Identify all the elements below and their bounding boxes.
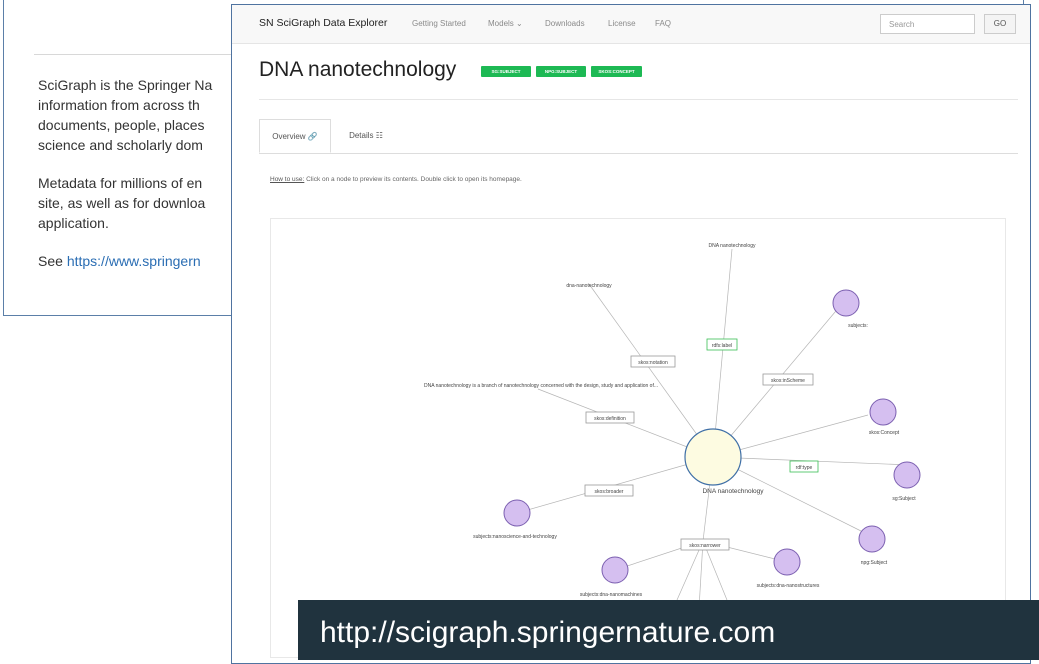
node-label-sg-subject: sg:Subject (892, 496, 916, 502)
center-node-label: DNA nanotechnology (702, 488, 764, 495)
edge-label-skos-definition: skos:definition (594, 416, 626, 422)
graph-canvas: DNA nanotechnology dna-nanotechnology DN… (424, 243, 921, 659)
edge-label-rdfs-label: rdfs:label (712, 343, 732, 349)
text-line: documents, people, places (38, 117, 205, 133)
badge-sg-subject: SG:SUBJECT (481, 66, 531, 77)
how-to-use-label: How to use: (270, 176, 305, 183)
edge-label-skos-narrower: skos:narrower (689, 543, 721, 549)
graph-panel: DNA nanotechnology dna-nanotechnology DN… (270, 218, 1006, 659)
graph-node[interactable] (773, 548, 801, 576)
literal-definition: DNA nanotechnology is a branch of nanote… (424, 383, 658, 389)
edge-label-skos-inscheme: skos:inScheme (771, 378, 805, 384)
badge-npg-subject: NPG:SUBJECT (536, 66, 586, 77)
text-line: application. (38, 215, 109, 231)
edge-label-rdf-type: rdf:type (796, 465, 813, 471)
node-label-dna-nanomachines: subjects:dna-nanomachines (580, 592, 643, 598)
tab-overview[interactable]: Overview 🔗 (259, 119, 331, 153)
graph-node[interactable] (869, 398, 897, 426)
badge-skos-concept: SKOS:CONCEPT (591, 66, 642, 77)
title-divider (259, 99, 1018, 100)
search-input[interactable]: Search (880, 14, 975, 34)
node-label-npg-subject: npg:Subject (861, 560, 888, 566)
nav-downloads[interactable]: Downloads (545, 19, 585, 28)
springer-link[interactable]: https://www.springern (67, 253, 201, 269)
literal-label: DNA nanotechnology (709, 243, 756, 249)
navbar: SN SciGraph Data Explorer Getting Starte… (232, 5, 1030, 44)
edge-label-skos-broader: skos:broader (595, 489, 624, 495)
graph-node[interactable] (893, 461, 921, 489)
edge-label-skos-notation: skos:notation (638, 360, 668, 366)
nav-faq[interactable]: FAQ (655, 19, 671, 28)
edge (588, 283, 714, 458)
nav-models[interactable]: Models ⌄ (488, 19, 523, 28)
node-label-dna-nanostructures: subjects:dna-nanostructures (757, 583, 820, 589)
text-line: Metadata for millions of en (38, 175, 203, 191)
page-title: DNA nanotechnology (259, 58, 457, 81)
node-label-nanoscience: subjects:nanoscience-and-technology (473, 534, 557, 540)
graph-node[interactable] (503, 499, 531, 527)
see-prefix: See (38, 253, 67, 269)
divider (34, 54, 234, 55)
text-line: SciGraph is the Springer Na (38, 77, 213, 93)
tab-bar: Overview 🔗 Details ☷ (259, 119, 1018, 154)
graph-node[interactable] (858, 525, 886, 553)
info-text: SciGraph is the Springer Na information … (38, 75, 234, 289)
metadata-paragraph: Metadata for millions of en site, as wel… (38, 173, 234, 233)
nav-license[interactable]: License (608, 19, 636, 28)
text-line: site, as well as for downloa (38, 195, 206, 211)
url-banner: http://scigraph.springernature.com (298, 600, 1039, 660)
node-label-skos-concept: skos:Concept (869, 430, 900, 436)
brand-link[interactable]: SN SciGraph Data Explorer (259, 17, 387, 29)
scigraph-explorer-window: SN SciGraph Data Explorer Getting Starte… (231, 4, 1031, 664)
graph-node[interactable] (832, 289, 860, 317)
go-button[interactable]: GO (984, 14, 1016, 34)
node-label-subjects: subjects: (848, 323, 868, 329)
center-node[interactable] (684, 428, 742, 486)
see-paragraph: See https://www.springern (38, 251, 234, 271)
nav-getting-started[interactable]: Getting Started (412, 19, 466, 28)
how-to-use-text: How to use: Click on a node to preview i… (270, 176, 522, 183)
how-to-use-instructions: Click on a node to preview its contents.… (304, 176, 522, 183)
graph-node[interactable] (601, 556, 629, 584)
text-line: information from across th (38, 97, 200, 113)
tab-details[interactable]: Details ☷ (334, 119, 398, 153)
intro-paragraph: SciGraph is the Springer Na information … (38, 75, 234, 155)
edge (712, 248, 733, 458)
literal-notation: dna-nanotechnology (566, 283, 612, 289)
text-line: science and scholarly dom (38, 137, 203, 153)
